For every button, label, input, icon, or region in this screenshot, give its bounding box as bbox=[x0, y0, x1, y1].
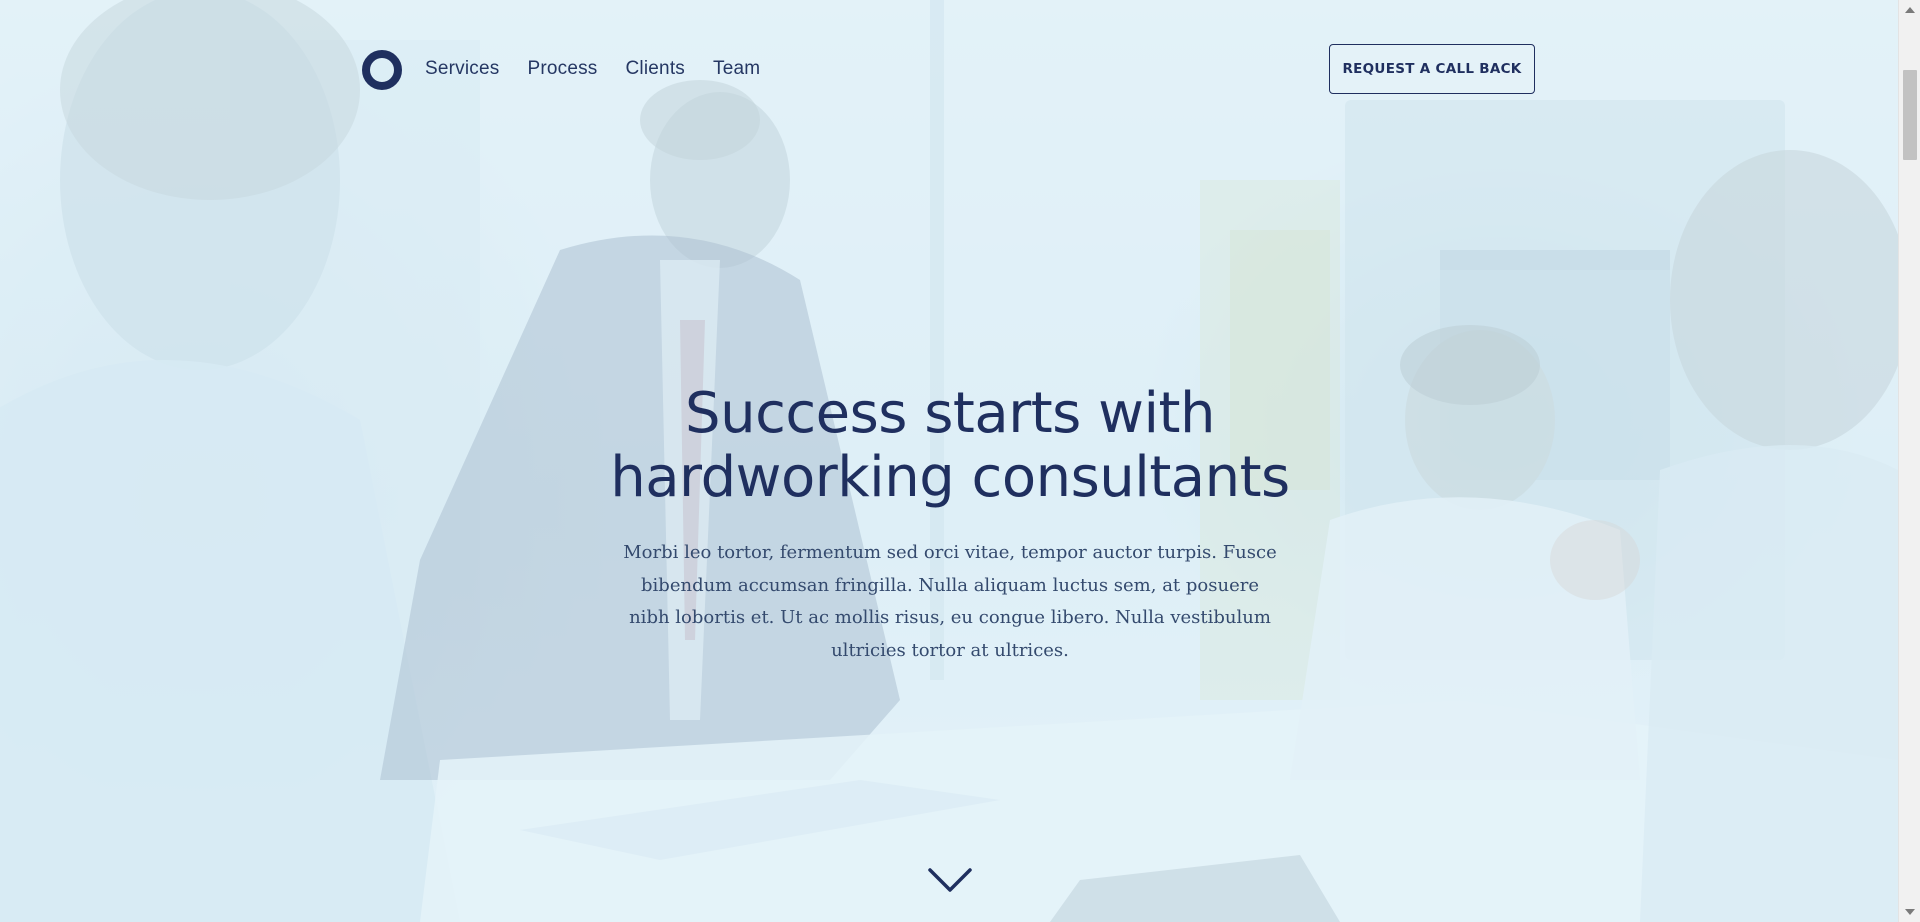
hero-title-line-2: hardworking consultants bbox=[610, 445, 1290, 510]
site-header: Services Process Clients Team REQUEST A … bbox=[362, 44, 1535, 96]
hero-description: Morbi leo tortor, fermentum sed orci vit… bbox=[623, 542, 1277, 661]
logo-icon[interactable] bbox=[362, 50, 402, 90]
nav-item-services[interactable]: Services bbox=[425, 58, 499, 80]
request-call-back-button[interactable]: REQUEST A CALL BACK bbox=[1329, 44, 1535, 94]
hero-title: Success starts with hardworking consulta… bbox=[460, 382, 1440, 510]
scroll-down-arrow-icon[interactable] bbox=[1905, 909, 1915, 915]
scrollbar-thumb[interactable] bbox=[1903, 70, 1917, 160]
scroll-up-arrow-icon[interactable] bbox=[1905, 7, 1915, 13]
page-scrollbar[interactable] bbox=[1898, 0, 1920, 922]
nav-item-clients[interactable]: Clients bbox=[626, 58, 685, 80]
landing-page: Services Process Clients Team REQUEST A … bbox=[0, 0, 1920, 922]
main-nav: Services Process Clients Team bbox=[425, 58, 760, 80]
scroll-down-button[interactable] bbox=[927, 866, 973, 896]
nav-item-team[interactable]: Team bbox=[713, 58, 760, 80]
chevron-down-icon bbox=[928, 868, 972, 892]
hero-title-line-1: Success starts with bbox=[685, 381, 1215, 446]
nav-item-process[interactable]: Process bbox=[527, 58, 597, 80]
